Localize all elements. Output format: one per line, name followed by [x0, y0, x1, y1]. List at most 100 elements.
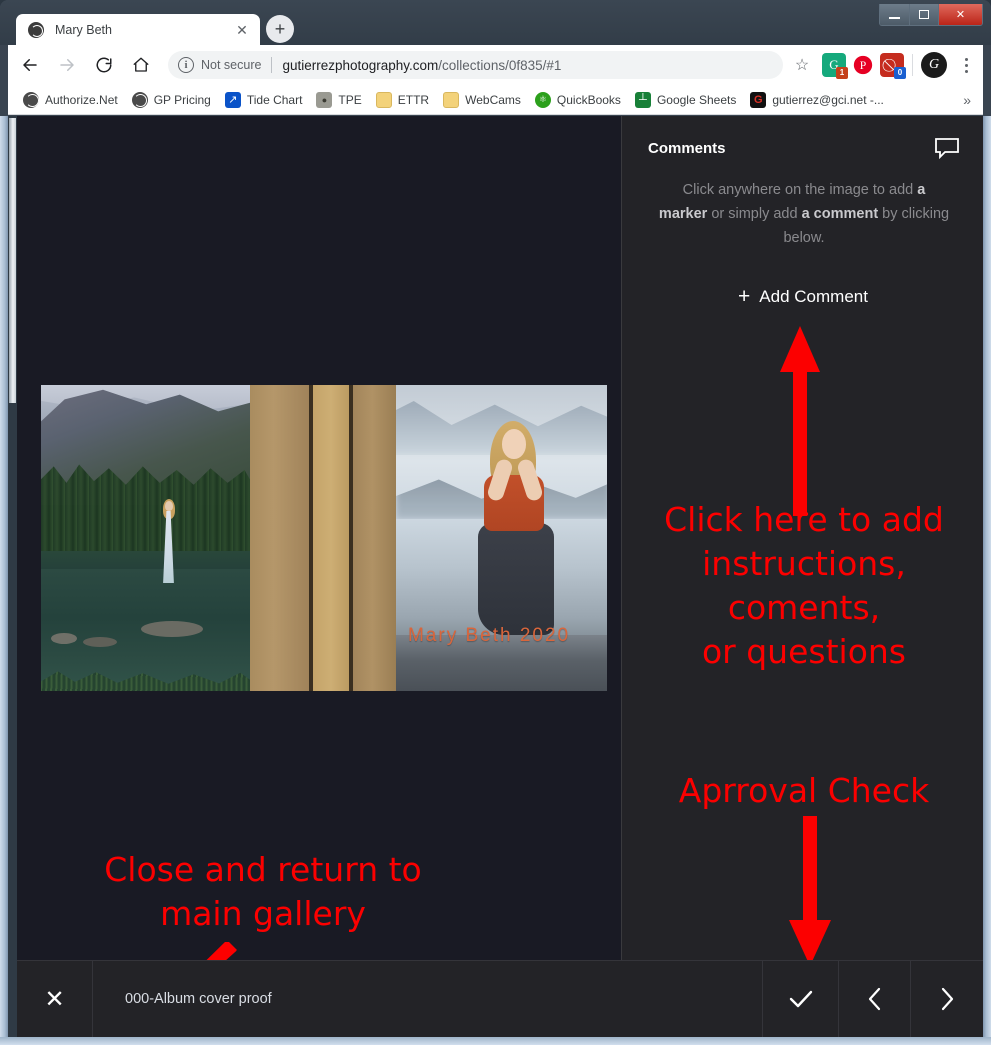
folder-icon: [375, 91, 392, 108]
bookmark-quickbooks[interactable]: ⚛ QuickBooks: [528, 88, 628, 112]
bookmark-tpe[interactable]: ● TPE: [309, 88, 368, 112]
url-path: /collections/0f835/#1: [438, 57, 562, 73]
image-filename-label: 000-Album cover proof: [93, 961, 763, 1037]
annotation-click-here-note: Click here to add instructions, coments,…: [664, 500, 944, 671]
bookmark-tide-chart[interactable]: ↗ Tide Chart: [218, 88, 310, 112]
page-viewport: Mary Beth 2020 Close and return to main …: [8, 116, 983, 1037]
security-label: Not secure: [201, 58, 262, 72]
bookmark-google-sheets[interactable]: ┴ Google Sheets: [628, 88, 743, 112]
bookmark-ettr[interactable]: ETTR: [369, 88, 436, 112]
close-icon[interactable]: ✕: [231, 19, 253, 41]
panel-title: Comments: [648, 139, 726, 157]
previous-image-button[interactable]: [839, 961, 911, 1037]
new-tab-button[interactable]: +: [266, 15, 294, 43]
bookmark-label: QuickBooks: [556, 92, 621, 107]
google-sheets-icon: ┴: [634, 91, 651, 108]
chart-icon: ↗: [224, 91, 241, 108]
image-viewer-stage[interactable]: Mary Beth 2020 Close and return to main …: [17, 116, 621, 1037]
bookmark-label: Google Sheets: [656, 92, 737, 107]
window-border-left: [0, 116, 8, 1037]
globe-icon: [28, 21, 44, 38]
album-signature-text: Mary Beth 2020: [407, 625, 571, 646]
rock-shape: [83, 637, 117, 647]
hint-segment: Click anywhere on the image to add: [682, 182, 918, 198]
subject-pants: [477, 523, 554, 635]
url-domain: gutierrezphotography.com: [282, 57, 439, 73]
next-image-button[interactable]: [911, 961, 983, 1037]
rock-shape: [141, 621, 203, 637]
add-comment-label: Add Comment: [759, 286, 868, 306]
bookmark-gmail-account[interactable]: G gutierrez@gci.net -...: [743, 88, 891, 112]
bookmark-webcams[interactable]: WebCams: [436, 88, 528, 112]
viewer-bottom-toolbar: ✕ 000-Album cover proof: [17, 960, 983, 1037]
album-spine-panel: [250, 385, 310, 691]
subject-face: [165, 501, 173, 511]
add-comment-button[interactable]: + Add Comment: [622, 286, 983, 307]
annotation-arrow-approval: [789, 816, 831, 966]
annotation-close-note: Close and return to main gallery: [104, 850, 422, 933]
bookmark-authorize-net[interactable]: Authorize.Net: [16, 88, 125, 112]
photo-icon: ●: [316, 91, 333, 108]
quickbooks-icon: ⚛: [534, 91, 551, 108]
gmail-icon: G: [750, 91, 767, 108]
svg-text:P: P: [860, 59, 867, 72]
grammarly-badge: 1: [836, 67, 848, 79]
tab-strip: Mary Beth ✕ + ✕: [0, 0, 991, 45]
window-controls: ✕: [879, 4, 983, 26]
minimize-button[interactable]: [880, 4, 909, 25]
bookmark-label: ETTR: [397, 92, 430, 107]
grammarly-extension-icon[interactable]: G 1: [822, 53, 848, 79]
adblock-extension-icon[interactable]: ⃠ 0: [880, 53, 906, 79]
plus-icon: +: [738, 285, 751, 308]
bookmark-label: GP Pricing: [153, 92, 211, 107]
reload-icon[interactable]: [89, 50, 119, 80]
hint-bold-comment: a comment: [801, 206, 879, 222]
close-viewer-button[interactable]: ✕: [17, 961, 93, 1037]
bookmark-label: Tide Chart: [246, 92, 303, 107]
bookmark-label: gutierrez@gci.net -...: [772, 92, 884, 107]
close-window-button[interactable]: ✕: [938, 4, 982, 25]
annotation-approval-note: Aprroval Check: [678, 771, 930, 810]
info-circle-icon[interactable]: i: [178, 57, 194, 73]
bookmark-label: TPE: [338, 92, 362, 107]
annotation-arrow-add-comment: [780, 326, 820, 516]
address-bar[interactable]: i Not secure gutierrezphotography.com/co…: [168, 51, 783, 79]
subject-face: [501, 429, 526, 459]
comments-header: Comments: [622, 128, 983, 168]
kebab-menu-icon[interactable]: [953, 51, 979, 79]
url-text: gutierrezphotography.com/collections/0f8…: [282, 58, 561, 73]
album-spine-panel: [352, 385, 396, 691]
scrollbar-thumb[interactable]: [9, 118, 16, 403]
forward-icon[interactable]: [52, 50, 82, 80]
globe-icon: [23, 91, 39, 108]
album-cover-proof-image[interactable]: Mary Beth 2020: [41, 385, 607, 691]
bookmarks-bar: Authorize.Net GP Pricing ↗ Tide Chart ● …: [8, 85, 983, 115]
bookmark-star-icon[interactable]: ☆: [789, 52, 815, 78]
home-icon[interactable]: [126, 50, 156, 80]
album-spine-panel: [313, 385, 349, 691]
adblock-badge: 0: [894, 67, 906, 79]
bookmark-gp-pricing[interactable]: GP Pricing: [125, 88, 218, 112]
bookmarks-overflow-icon[interactable]: »: [963, 92, 971, 108]
window-border-bottom: [0, 1037, 991, 1045]
comments-hint-text: Click anywhere on the image to add a mar…: [658, 178, 950, 250]
bookmark-label: Authorize.Net: [45, 92, 118, 107]
photo-glacier-portrait: Mary Beth 2020: [395, 385, 607, 691]
globe-icon: [131, 91, 148, 108]
omnibox-divider: [271, 57, 273, 73]
browser-tab[interactable]: Mary Beth ✕: [16, 14, 260, 45]
pinterest-extension-icon[interactable]: P: [851, 53, 875, 77]
window-border-right: [983, 116, 991, 1037]
comment-bubble-icon[interactable]: [934, 137, 960, 160]
tab-title: Mary Beth: [55, 22, 112, 37]
toolbar-divider: [912, 54, 913, 76]
rock-shape: [51, 633, 77, 644]
avatar[interactable]: G: [921, 52, 947, 78]
maximize-button[interactable]: [909, 4, 938, 25]
vertical-scrollbar[interactable]: [8, 116, 17, 1037]
browser-window: Mary Beth ✕ + ✕ i Not secure gutierrezph…: [0, 0, 991, 1045]
comments-panel: Comments Click anywhere on the image to …: [621, 116, 983, 1037]
back-icon[interactable]: [15, 50, 45, 80]
photo-lake-portrait: [41, 385, 251, 691]
approve-checkmark-button[interactable]: [763, 961, 839, 1037]
